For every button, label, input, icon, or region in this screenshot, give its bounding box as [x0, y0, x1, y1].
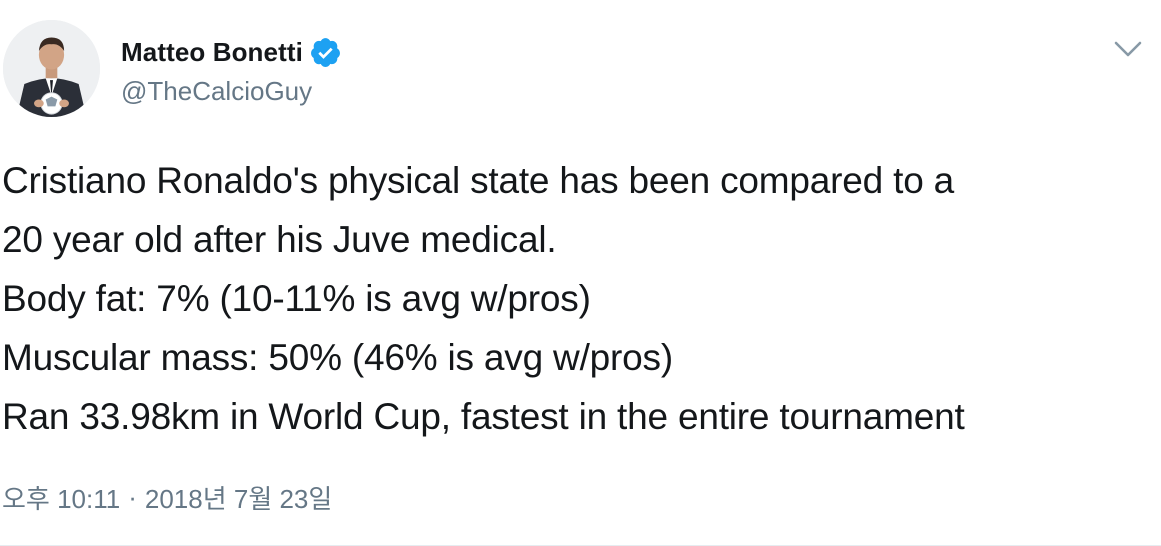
user-info[interactable]: Matteo Bonetti @TheCalcioGuy: [121, 34, 342, 108]
verified-badge-icon: [309, 36, 342, 69]
tweet-time[interactable]: 오후 10:11: [2, 479, 120, 516]
meta-separator: ·: [128, 482, 137, 512]
tweet-text-line: Body fat: 7% (10-11% is avg w/pros): [2, 278, 591, 319]
tweet-text-line: Muscular mass: 50% (46% is avg w/pros): [2, 337, 673, 378]
avatar[interactable]: [3, 20, 100, 117]
tweet-text: Cristiano Ronaldo's physical state has b…: [2, 151, 1160, 446]
tweet-card: Matteo Bonetti @TheCalcioGuy Cristiano R…: [0, 0, 1161, 546]
user-handle[interactable]: @TheCalcioGuy: [121, 74, 342, 108]
tweet-text-line: Ran 33.98km in World Cup, fastest in the…: [2, 396, 965, 437]
tweet-text-line: 20 year old after his Juve medical.: [2, 219, 557, 260]
tweet-date[interactable]: 2018년 7월 23일: [145, 479, 332, 516]
avatar-image-icon: [3, 20, 100, 117]
tweet-text-line: Cristiano Ronaldo's physical state has b…: [2, 160, 955, 201]
display-name[interactable]: Matteo Bonetti: [121, 37, 303, 68]
tweet-timestamp[interactable]: 오후 10:11 · 2018년 7월 23일: [2, 479, 332, 516]
name-row: Matteo Bonetti: [121, 34, 342, 70]
chevron-down-icon[interactable]: [1113, 38, 1143, 60]
